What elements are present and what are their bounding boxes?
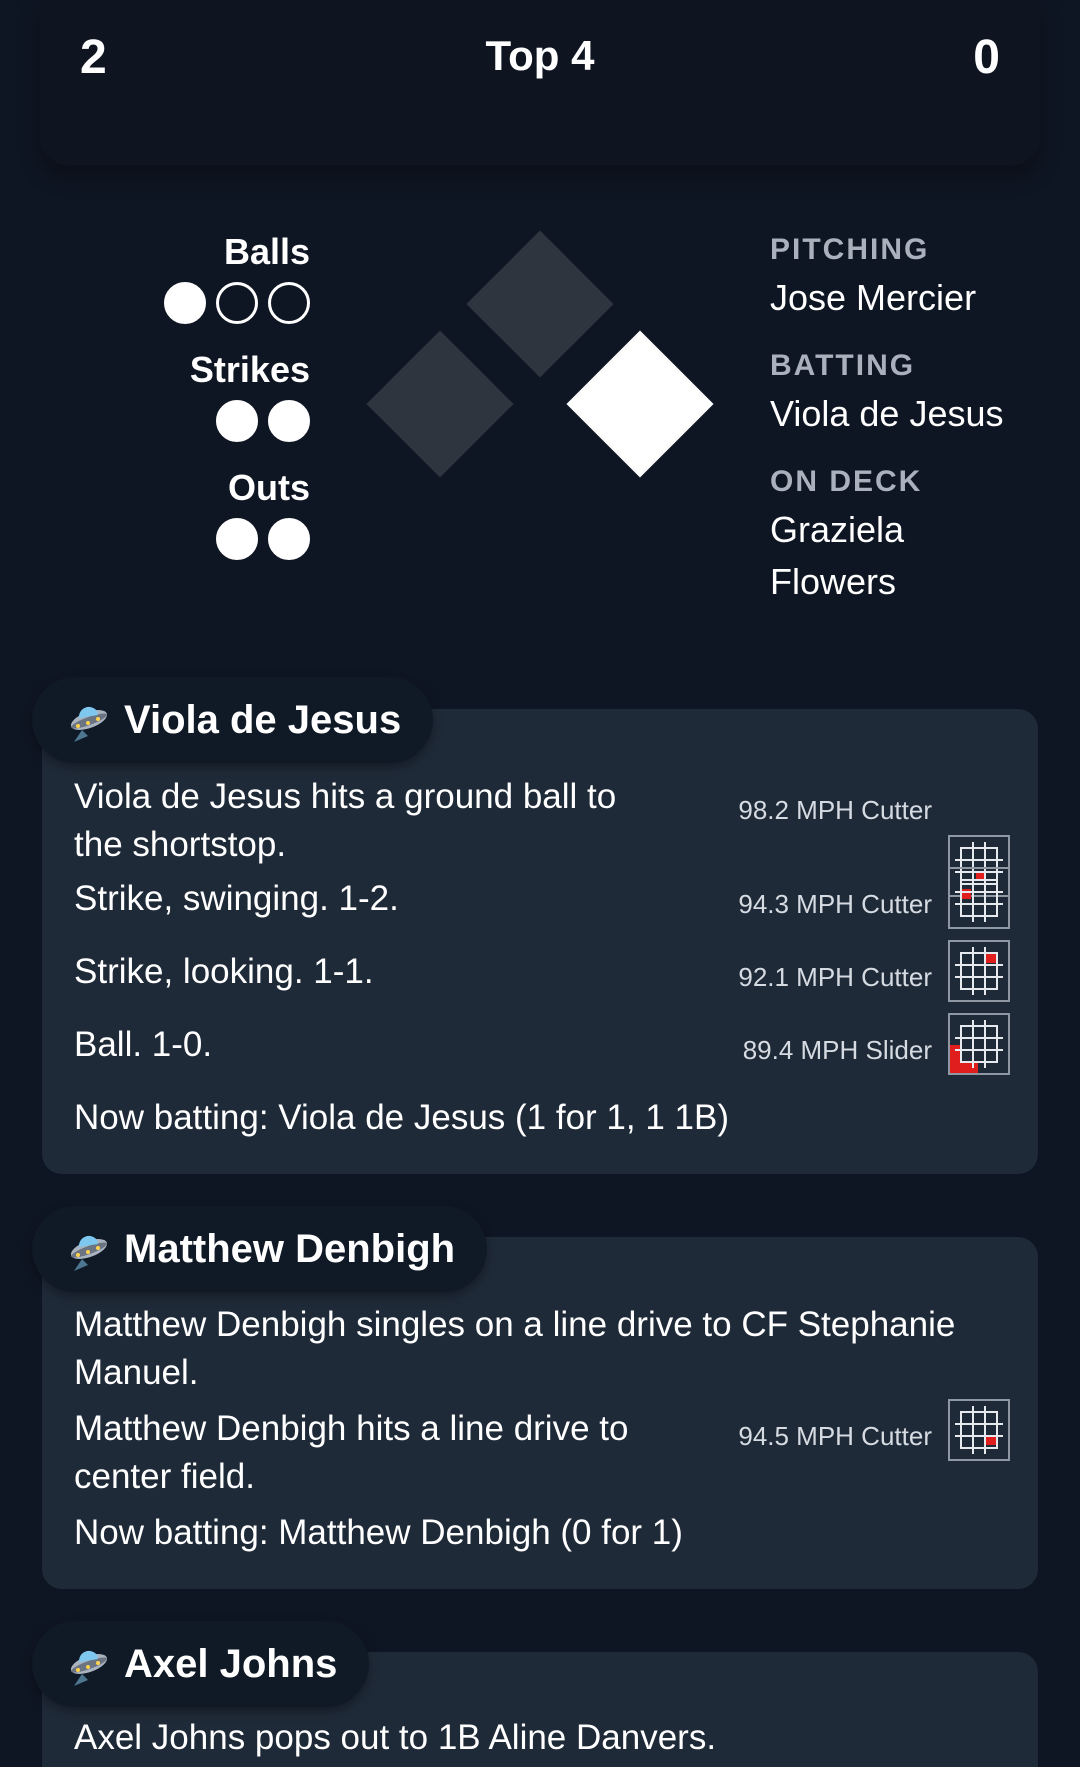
strikes-label: Strikes	[189, 349, 310, 390]
batter-pill[interactable]: Matthew Denbigh	[32, 1206, 488, 1292]
strike-zone-icon	[948, 1013, 1010, 1075]
on-deck-name-line2: Flowers	[770, 561, 897, 602]
on-deck-name-line1: Graziela	[770, 509, 905, 550]
ball-dot	[216, 282, 258, 324]
event-text: Strike, swinging. 1-2.	[74, 879, 399, 918]
scoreboard-header: 2 Top 4 0	[40, 0, 1040, 165]
outs-indicator	[120, 518, 310, 560]
event-text: Now batting: Matthew Denbigh (0 for 1)	[74, 1513, 683, 1552]
strike-zone-icon	[948, 940, 1010, 1002]
batter-pill-name: Viola de Jesus	[124, 697, 402, 742]
pitcher-name: Jose Mercier	[770, 277, 977, 318]
event-text: Ball. 1-0.	[74, 1025, 213, 1064]
strike-zone-icon	[948, 867, 1010, 929]
on-deck-label: ON DECK	[770, 465, 923, 498]
ufo-icon	[70, 706, 108, 742]
out-dot	[268, 518, 310, 560]
ball-dot	[164, 282, 206, 324]
strike-zone-icon	[948, 1399, 1010, 1461]
pitch-info: 92.1 MPH Cutter	[738, 962, 932, 992]
ball-dot	[268, 282, 310, 324]
strike-dot	[268, 400, 310, 442]
play-event: Viola de Jesus hits a ground ball to the…	[74, 773, 1014, 897]
inning-indicator: Top 4	[485, 32, 595, 79]
third-base	[366, 330, 514, 478]
balls-indicator	[120, 282, 310, 324]
play-event: Now batting: Matthew Denbigh (0 for 1)	[74, 1509, 1014, 1557]
pitch-info: 94.5 MPH Cutter	[738, 1421, 932, 1451]
out-dot	[216, 518, 258, 560]
bases-diamond	[360, 230, 720, 490]
outs-label: Outs	[227, 467, 310, 508]
batter-pill[interactable]: Viola de Jesus	[32, 677, 434, 763]
play-event: Axel Johns pops out to 1B Aline Danvers.	[74, 1714, 1014, 1762]
batter-pill[interactable]: Axel Johns	[32, 1621, 370, 1707]
event-text: Viola de Jesus hits a ground ball to the…	[74, 777, 617, 864]
event-text: Axel Johns pops out to 1B Aline Danvers.	[74, 1718, 717, 1757]
event-text: Strike, looking. 1-1.	[74, 952, 374, 991]
second-base	[466, 230, 614, 378]
pitch-info: 89.4 MPH Slider	[742, 1035, 932, 1065]
event-text: Matthew Denbigh singles on a line drive …	[74, 1305, 956, 1392]
count-panel: Balls Strikes Outs	[120, 230, 310, 584]
strikes-indicator	[120, 400, 310, 442]
ufo-icon	[70, 1235, 108, 1271]
play-event: Strike, swinging. 1-2. 94.3 MPH Cutter	[74, 867, 1014, 929]
batter-pill-name: Matthew Denbigh	[124, 1226, 456, 1271]
event-text: Matthew Denbigh hits a line drive to cen…	[74, 1409, 629, 1496]
pitch-info: 98.2 MPH Cutter	[738, 795, 932, 825]
batting-label: BATTING	[770, 349, 916, 382]
play-event: Matthew Denbigh singles on a line drive …	[74, 1301, 1014, 1397]
matchup-panel: PITCHING Jose Mercier BATTING Viola de J…	[770, 228, 1070, 608]
pitching-label: PITCHING	[770, 233, 930, 266]
game-page: 2 Top 4 0 Balls Strikes Outs PITCHING Jo…	[0, 0, 1080, 1767]
event-text: Now batting: Viola de Jesus (1 for 1, 1 …	[74, 1098, 729, 1137]
batter-name: Viola de Jesus	[770, 393, 1004, 434]
strike-dot	[216, 400, 258, 442]
play-card: Viola de Jesus hits a ground ball to the…	[42, 709, 1038, 1174]
on-deck-name: Graziela Flowers	[770, 504, 1070, 608]
play-event: Ball. 1-0. 89.4 MPH Slider	[74, 1013, 1014, 1075]
play-event: Strike, looking. 1-1. 92.1 MPH Cutter	[74, 940, 1014, 1002]
pitch-info: 94.3 MPH Cutter	[738, 889, 932, 919]
first-base	[566, 330, 714, 478]
balls-label: Balls	[223, 231, 310, 272]
home-score: 0	[973, 31, 1000, 84]
ufo-icon	[70, 1650, 108, 1686]
play-event: Matthew Denbigh hits a line drive to cen…	[74, 1399, 1014, 1501]
batter-pill-name: Axel Johns	[124, 1641, 338, 1686]
play-event: Now batting: Viola de Jesus (1 for 1, 1 …	[74, 1094, 1014, 1142]
